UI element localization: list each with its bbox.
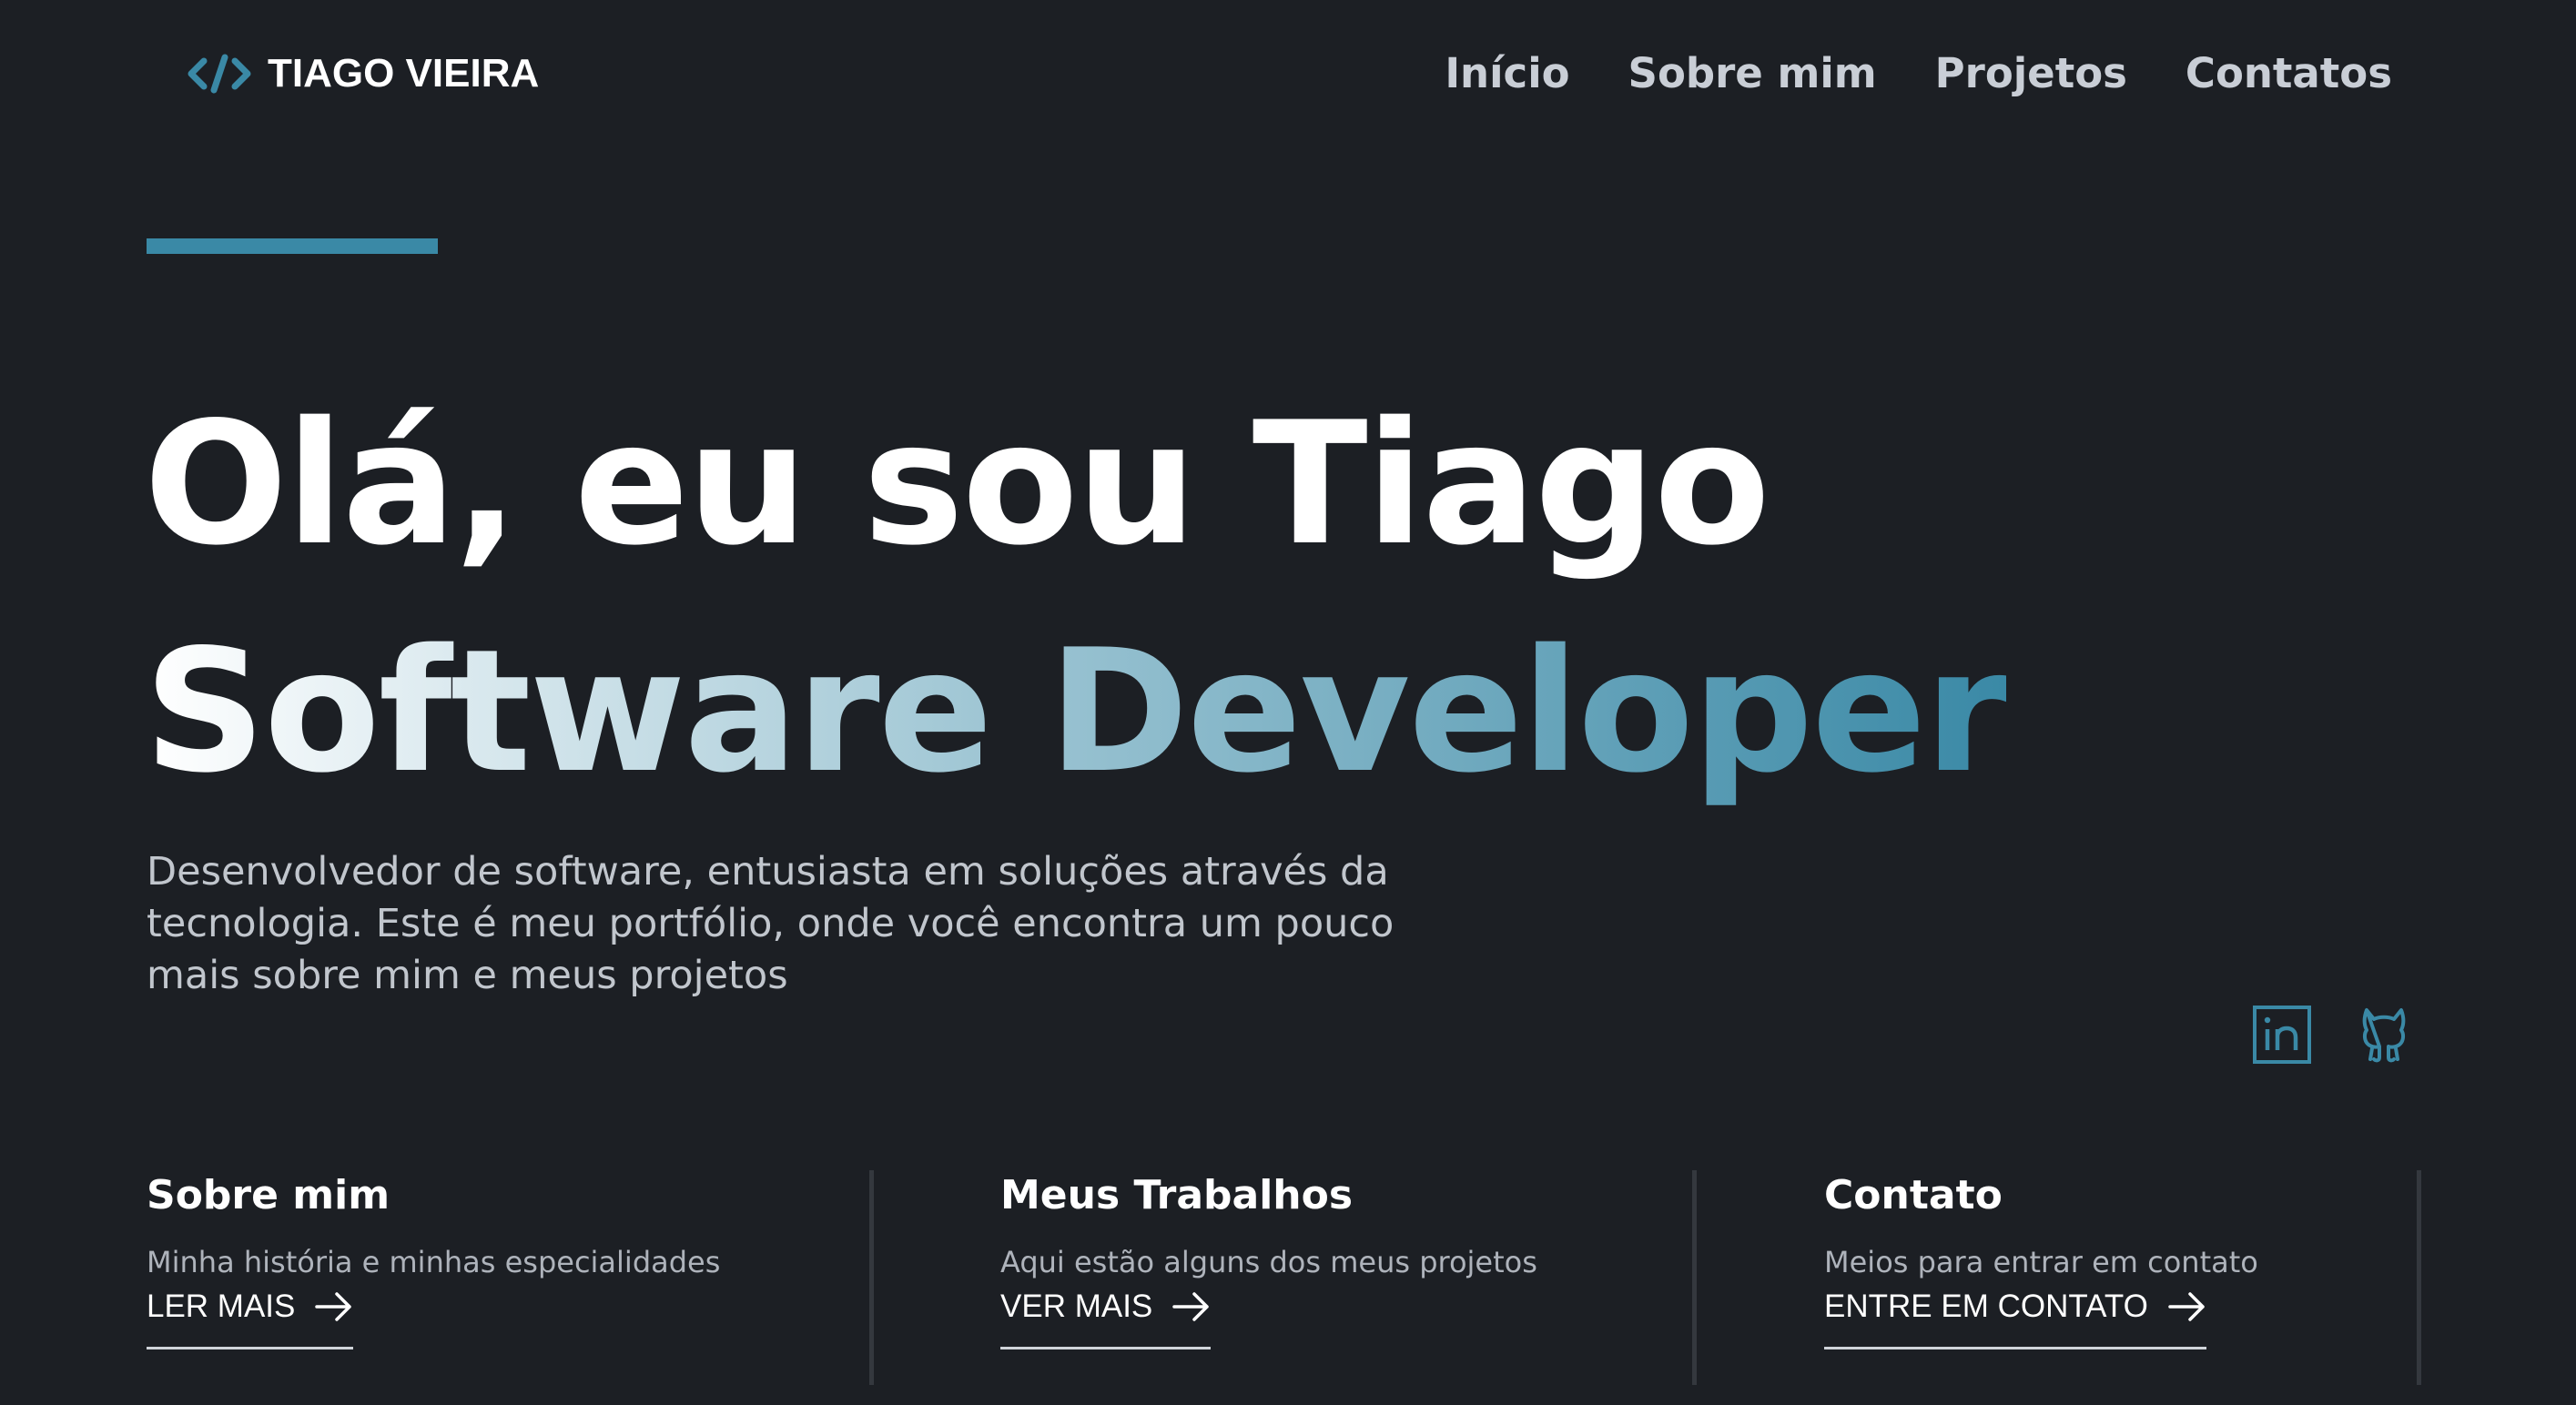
card-divider — [2417, 1170, 2421, 1385]
hero-description: Desenvolvedor de software, entusiasta em… — [147, 849, 1394, 998]
hero-title: Olá, eu sou Tiago — [144, 385, 1770, 582]
accent-bar — [147, 238, 438, 254]
link-label: ENTRE EM CONTATO — [1824, 1289, 2148, 1324]
cards-section: Sobre mim Minha história e minhas especi… — [0, 1165, 2576, 1405]
link-label: VER MAIS — [1000, 1289, 1153, 1324]
card-description: Aqui estão alguns dos meus projetos — [1000, 1245, 1537, 1279]
linkedin-icon — [2252, 1005, 2312, 1068]
social-links — [2252, 1006, 2414, 1066]
card-description: Minha história e minhas especialidades — [147, 1245, 721, 1279]
main-nav: Início Sobre mim Projetos Contatos — [1445, 49, 2392, 97]
arrow-right-icon — [2168, 1291, 2206, 1322]
github-icon — [2354, 1005, 2414, 1068]
nav-item-projetos[interactable]: Projetos — [1935, 49, 2127, 97]
github-link[interactable] — [2354, 1006, 2414, 1066]
nav-item-inicio[interactable]: Início — [1445, 49, 1569, 97]
linkedin-link[interactable] — [2252, 1006, 2312, 1066]
entre-em-contato-link[interactable]: ENTRE EM CONTATO — [1824, 1289, 2206, 1349]
logo[interactable]: TIAGO VIEIRA — [186, 51, 539, 96]
card-divider — [1692, 1170, 1697, 1385]
code-brackets-icon — [186, 54, 253, 94]
hero-subtitle: Software Developer — [144, 610, 2008, 813]
arrow-right-icon — [1172, 1291, 1211, 1322]
logo-text: TIAGO VIEIRA — [268, 51, 540, 96]
ler-mais-link[interactable]: LER MAIS — [147, 1289, 354, 1349]
card-title: Sobre mim — [147, 1172, 390, 1218]
card-title: Meus Trabalhos — [1000, 1172, 1354, 1218]
arrow-right-icon — [315, 1291, 353, 1322]
ver-mais-link[interactable]: VER MAIS — [1000, 1289, 1212, 1349]
link-label: LER MAIS — [147, 1289, 296, 1324]
nav-item-contatos[interactable]: Contatos — [2186, 49, 2392, 97]
nav-item-sobre-mim[interactable]: Sobre mim — [1628, 49, 1877, 97]
card-title: Contato — [1824, 1172, 2003, 1218]
card-description: Meios para entrar em contato — [1824, 1245, 2258, 1279]
card-divider — [869, 1170, 874, 1385]
